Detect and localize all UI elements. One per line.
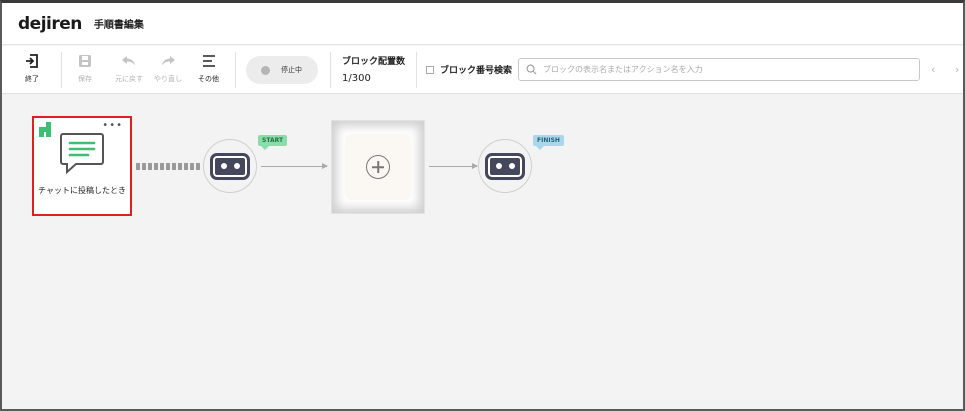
robot-icon <box>210 152 250 180</box>
undo-icon <box>121 52 137 70</box>
toolbar: 終了 保存 元に戻す やり直し その他 停止中 ブロック配置数 1/300 ブロ… <box>2 46 963 94</box>
app-header: dejiren 手順書編集 <box>2 3 963 45</box>
block-number-search-checkbox[interactable] <box>426 65 434 74</box>
flow-canvas[interactable]: ••• チャットに投稿したとき START FINISH <box>2 95 963 409</box>
search-box[interactable] <box>518 58 920 81</box>
finish-tag: FINISH <box>533 135 564 150</box>
redo-button[interactable]: やり直し <box>154 52 182 84</box>
redo-icon <box>160 52 176 70</box>
status-label: 停止中 <box>281 66 302 74</box>
trigger-block[interactable]: ••• チャットに投稿したとき <box>32 116 132 216</box>
block-count-label: ブロック配置数 <box>342 57 406 67</box>
search-input[interactable] <box>543 65 903 74</box>
logo: dejiren <box>18 13 82 34</box>
exit-label: 終了 <box>25 75 39 83</box>
trigger-connector <box>136 163 202 170</box>
menu-icon <box>201 52 217 70</box>
block-count: ブロック配置数 1/300 <box>342 54 405 84</box>
toolbar-divider <box>330 52 331 88</box>
app-window: dejiren 手順書編集 終了 保存 元に戻す やり直し その他 停止中 ブロ… <box>0 0 965 411</box>
block-number-search-toggle[interactable]: ブロック番号検索 <box>426 63 512 76</box>
start-node[interactable] <box>203 139 257 193</box>
brand-icon <box>39 122 53 141</box>
flow-arrow <box>261 163 328 169</box>
undo-label: 元に戻す <box>115 75 143 83</box>
toolbar-divider <box>235 52 236 88</box>
toolbar-divider <box>416 52 417 88</box>
robot-icon <box>485 152 525 180</box>
flow-arrow <box>429 163 478 169</box>
search-icon <box>526 60 537 79</box>
redo-label: やり直し <box>154 75 182 83</box>
trigger-label: チャットに投稿したとき <box>38 186 126 195</box>
add-block-slot[interactable] <box>331 120 425 214</box>
plus-icon[interactable] <box>366 155 390 179</box>
more-button[interactable]: その他 <box>198 52 219 84</box>
status-dot <box>261 65 270 75</box>
toolbar-divider <box>61 52 62 88</box>
run-status-toggle[interactable]: 停止中 <box>246 56 318 84</box>
finish-node[interactable] <box>478 139 532 193</box>
exit-icon <box>24 52 40 70</box>
exit-button[interactable]: 終了 <box>24 52 40 84</box>
more-label: その他 <box>198 75 219 83</box>
start-tag: START <box>258 135 288 150</box>
page-title: 手順書編集 <box>93 20 144 31</box>
block-count-value: 1/300 <box>342 73 371 84</box>
chevron-right-icon[interactable]: › <box>955 63 959 76</box>
save-icon <box>77 52 93 70</box>
add-block-area[interactable] <box>345 134 411 200</box>
undo-button[interactable]: 元に戻す <box>115 52 143 84</box>
chat-icon <box>58 130 106 182</box>
chevron-left-icon[interactable]: ‹ <box>931 63 935 76</box>
save-button[interactable]: 保存 <box>77 52 93 84</box>
block-number-search-label: ブロック番号検索 <box>440 66 513 76</box>
save-label: 保存 <box>78 75 92 83</box>
